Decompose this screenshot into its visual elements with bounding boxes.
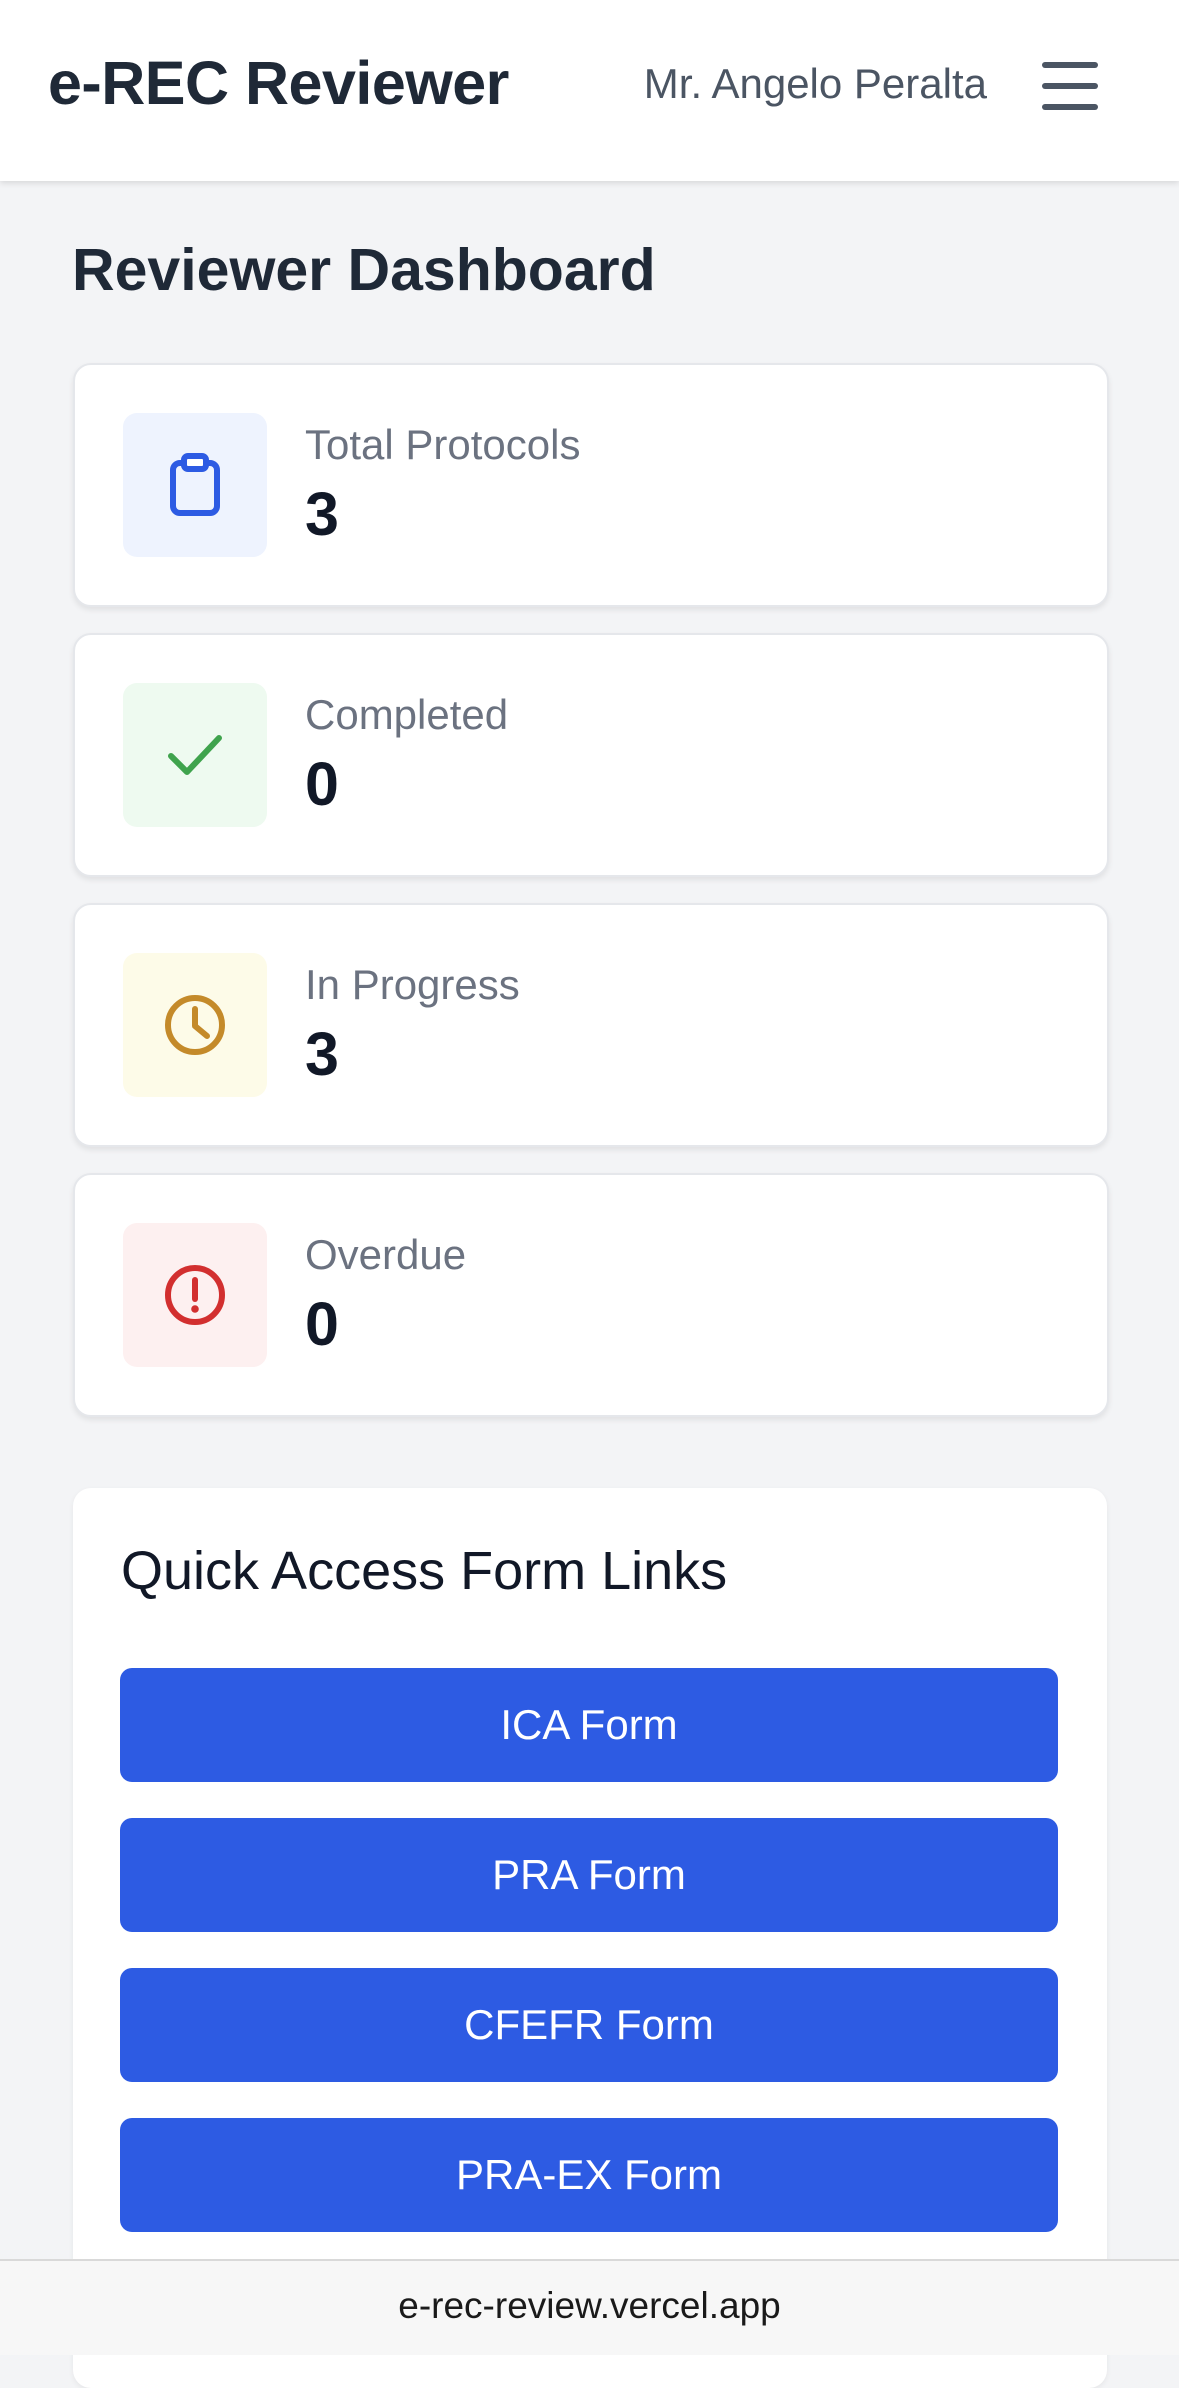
- app-title[interactable]: e-REC Reviewer: [48, 48, 509, 118]
- quick-access-panel: Quick Access Form Links ICA Form PRA For…: [73, 1488, 1107, 2388]
- stat-label: Total Protocols: [305, 421, 581, 468]
- quick-access-title: Quick Access Form Links: [121, 1541, 728, 1601]
- clock-icon: [165, 995, 225, 1055]
- stat-icon-box: [123, 1223, 267, 1367]
- user-name: Mr. Angelo Peralta: [643, 60, 987, 107]
- pra-ex-form-button[interactable]: PRA-EX Form: [120, 2118, 1058, 2232]
- url-text[interactable]: e-rec-review.vercel.app: [0, 2285, 1179, 2327]
- stat-card-total-protocols: Total Protocols 3: [73, 363, 1109, 607]
- top-header: e-REC Reviewer Mr. Angelo Peralta: [0, 0, 1179, 181]
- alert-circle-icon: [165, 1265, 225, 1325]
- checkmark-icon: [168, 735, 222, 775]
- browser-url-bar[interactable]: e-rec-review.vercel.app: [0, 2259, 1179, 2355]
- stat-label: Completed: [305, 691, 509, 738]
- stat-value: 0: [305, 750, 339, 818]
- stat-value: 3: [305, 1020, 339, 1088]
- stat-card-overdue: Overdue 0: [73, 1173, 1109, 1417]
- stat-icon-box: [123, 683, 267, 827]
- page-title: Reviewer Dashboard: [72, 237, 656, 303]
- stat-card-completed: Completed 0: [73, 633, 1109, 877]
- stat-label: Overdue: [305, 1231, 467, 1278]
- stat-value: 3: [305, 480, 339, 548]
- cfefr-form-button[interactable]: CFEFR Form: [120, 1968, 1058, 2082]
- hamburger-menu-icon[interactable]: [1042, 60, 1100, 112]
- stat-card-in-progress: In Progress 3: [73, 903, 1109, 1147]
- ica-form-button[interactable]: ICA Form: [120, 1668, 1058, 1782]
- stat-value: 0: [305, 1290, 339, 1358]
- stat-label: In Progress: [305, 961, 520, 1008]
- pra-form-button[interactable]: PRA Form: [120, 1818, 1058, 1932]
- clipboard-icon: [170, 453, 220, 516]
- stat-icon-box: [123, 953, 267, 1097]
- stat-icon-box: [123, 413, 267, 557]
